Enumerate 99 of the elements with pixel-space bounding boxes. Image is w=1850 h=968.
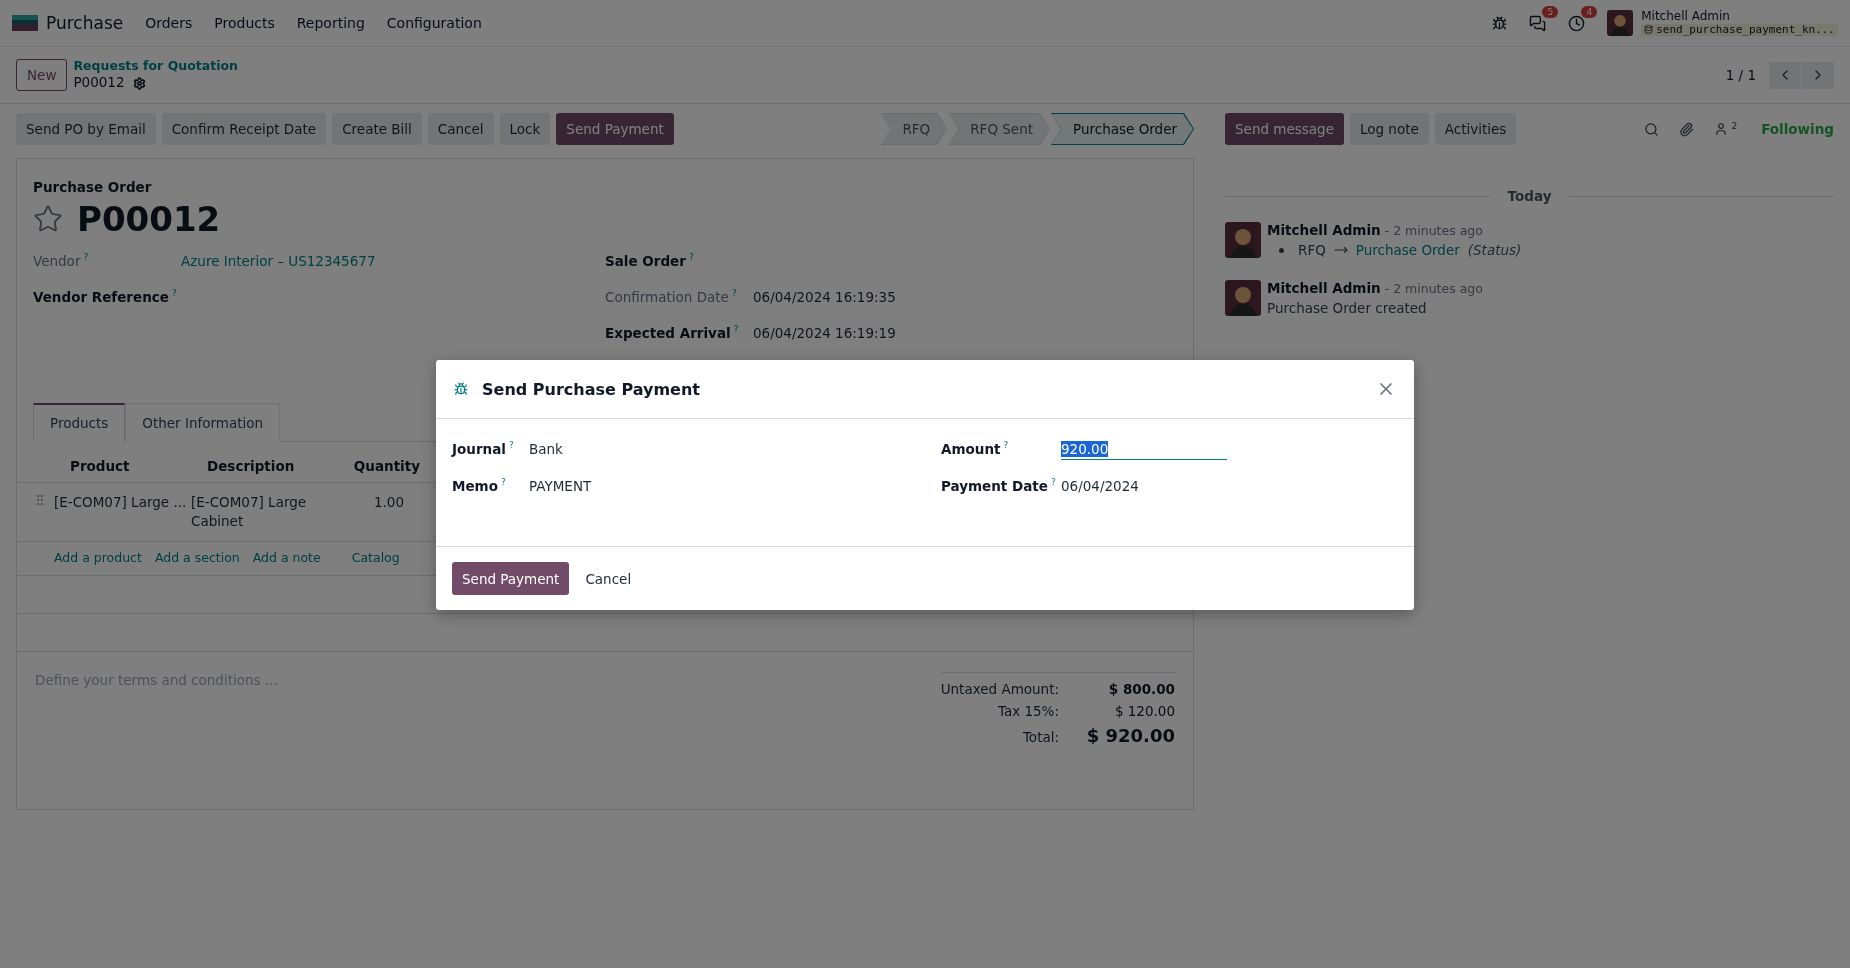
dialog-button[interactable]: Cancel <box>575 562 642 595</box>
field-value: 06/04/2024 16:19:19 <box>753 325 896 341</box>
action-button[interactable]: Create Bill <box>332 113 422 145</box>
star-icon[interactable] <box>33 204 63 234</box>
gear-icon[interactable] <box>132 76 146 90</box>
next-button[interactable] <box>1802 61 1834 89</box>
help-mark[interactable]: ? <box>508 441 514 450</box>
add-line-link[interactable]: Catalog <box>351 549 400 565</box>
total-label: Untaxed Amount: <box>940 680 1059 697</box>
chatter-button[interactable]: Log note <box>1349 113 1429 145</box>
tab[interactable]: Products <box>33 403 126 442</box>
app-name[interactable]: Purchase <box>46 13 124 33</box>
field-label: Memo <box>452 478 498 494</box>
following-link[interactable]: Following <box>1761 121 1834 137</box>
dialog-title: Send Purchase Payment <box>482 379 701 399</box>
field-name: (Status) <box>1467 242 1522 258</box>
breadcrumb-link[interactable]: Requests for Quotation <box>73 58 238 75</box>
total-value: $ 920.00 <box>1085 724 1175 746</box>
avatar <box>1225 222 1261 258</box>
chatter-button[interactable]: Activities <box>1434 113 1517 145</box>
form-caption: Purchase Order <box>33 179 153 195</box>
field-value[interactable]: Bank <box>529 441 563 457</box>
action-button[interactable]: Lock <box>499 113 551 145</box>
field-value: 06/04/2024 16:19:35 <box>753 289 896 305</box>
add-line-link[interactable]: Add a product <box>54 549 142 565</box>
help-mark[interactable]: ? <box>83 253 89 262</box>
database-icon <box>1644 25 1654 35</box>
add-line-link[interactable]: Add a section <box>154 549 240 565</box>
field-label: Confirmation Date <box>605 289 729 305</box>
old-value: RFQ <box>1298 242 1326 258</box>
debug-icon[interactable] <box>1492 15 1508 31</box>
total-label: Total: <box>1021 728 1059 745</box>
total-value: $ 120.00 <box>1113 702 1175 719</box>
action-button[interactable]: Send PO by Email <box>16 113 156 145</box>
person-icon[interactable] <box>1714 122 1729 136</box>
dialog-button[interactable]: Send Payment <box>452 562 570 595</box>
field-label: Vendor Reference <box>33 289 169 305</box>
help-mark[interactable]: ? <box>733 325 739 334</box>
followers-count: 2 <box>1731 122 1738 133</box>
column-header[interactable]: Description <box>207 442 327 482</box>
table-cell-text: [E-COM07] Large ... <box>54 493 188 512</box>
field-label: Amount <box>941 441 1001 457</box>
notification-badge: 5 <box>1542 5 1559 18</box>
column-header[interactable]: Product <box>70 442 207 482</box>
field-label: Sale Order <box>605 253 686 269</box>
action-button[interactable]: Send Payment <box>556 113 674 145</box>
help-mark[interactable]: ? <box>1050 478 1056 487</box>
add-line-link[interactable]: Add a note <box>252 549 321 565</box>
notification-badge: 4 <box>1581 5 1598 18</box>
user-name[interactable]: Mitchell Admin <box>1641 9 1838 24</box>
menu-item[interactable]: Configuration <box>386 15 482 31</box>
message-time: - 2 minutes ago <box>1384 281 1483 296</box>
record-title: P00012 <box>77 199 221 239</box>
chat-icon[interactable] <box>1529 14 1547 32</box>
help-mark[interactable]: ? <box>688 253 694 262</box>
menu-item[interactable]: Orders <box>145 15 193 31</box>
table-cell-text: [E-COM07] Large Cabinet <box>191 493 308 531</box>
total-value: $ 800.00 <box>1107 680 1175 697</box>
message-author[interactable]: Mitchell Admin <box>1267 280 1381 296</box>
message-time: - 2 minutes ago <box>1384 223 1483 238</box>
previous-button[interactable] <box>1769 61 1801 89</box>
help-mark[interactable]: ? <box>171 289 177 298</box>
help-mark[interactable]: ? <box>1003 441 1009 450</box>
field-label: Expected Arrival <box>605 325 731 341</box>
action-button[interactable]: Cancel <box>427 113 494 145</box>
message-body: Purchase Order created <box>1267 300 1427 316</box>
menu-item[interactable]: Reporting <box>296 15 365 31</box>
status-step[interactable]: RFQ <box>880 113 948 145</box>
table-cell-text: 1.00 <box>372 493 404 512</box>
status-step[interactable]: Purchase Order <box>1051 113 1194 145</box>
avatar <box>1607 10 1634 36</box>
column-header[interactable]: Quantity <box>327 442 420 482</box>
new-value[interactable]: Purchase Order <box>1355 242 1460 258</box>
search-icon[interactable] <box>1644 121 1660 137</box>
help-mark[interactable]: ? <box>500 478 506 487</box>
new-button[interactable]: New <box>16 59 68 91</box>
field-value[interactable]: PAYMENT <box>529 478 592 494</box>
pager-value[interactable]: 1 / 1 <box>1725 67 1756 83</box>
paperclip-icon[interactable] <box>1679 121 1695 137</box>
status-step[interactable]: RFQ Sent <box>948 113 1051 145</box>
help-mark[interactable]: ? <box>731 289 737 298</box>
message-author[interactable]: Mitchell Admin <box>1267 222 1381 238</box>
field-label: Journal <box>452 441 506 457</box>
field-value[interactable]: 06/04/2024 <box>1061 478 1139 494</box>
record-name: P00012 <box>73 74 125 92</box>
bug-icon <box>454 382 468 396</box>
date-separator: Today <box>1507 188 1552 204</box>
amount-field[interactable]: 920.00 <box>1061 441 1227 460</box>
chatter-button[interactable]: Send message <box>1225 113 1344 145</box>
menu-item[interactable]: Products <box>214 15 275 31</box>
total-label: Tax 15%: <box>996 702 1059 719</box>
action-button[interactable]: Confirm Receipt Date <box>161 113 327 145</box>
avatar <box>1225 280 1261 316</box>
field-label: Vendor <box>33 253 81 269</box>
database-name: send_purchase_payment_kn... <box>1656 23 1835 37</box>
vendor-link[interactable]: Azure Interior – US12345677 <box>181 253 376 269</box>
tab[interactable]: Other Information <box>125 403 281 442</box>
clock-icon[interactable] <box>1568 14 1586 32</box>
field-label: Payment Date <box>941 478 1048 494</box>
